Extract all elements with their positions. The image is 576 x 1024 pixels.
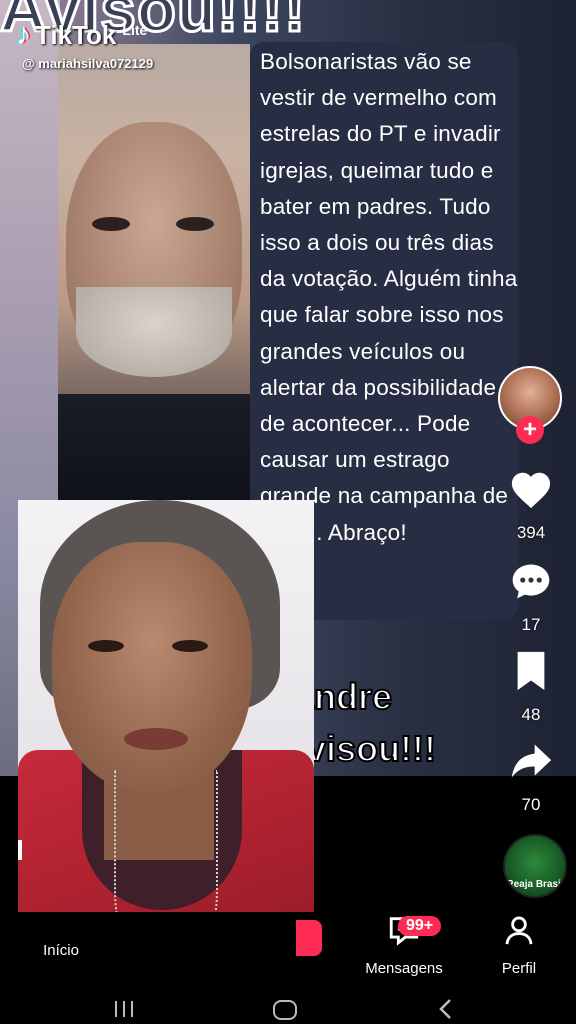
comment-icon xyxy=(506,560,556,611)
comment-button[interactable]: 17 xyxy=(506,560,556,635)
comment-count: 17 xyxy=(521,615,541,634)
back-icon[interactable] xyxy=(436,998,456,1024)
save-count: 48 xyxy=(521,705,541,724)
person-icon xyxy=(490,912,548,960)
tiktok-note-icon: ♪ xyxy=(16,18,31,51)
tiktok-wordmark: TikTok xyxy=(35,19,117,50)
like-count: 394 xyxy=(516,523,546,542)
create-button[interactable] xyxy=(296,920,322,956)
woman-eye-right xyxy=(172,640,208,652)
nav-home[interactable]: Início xyxy=(36,942,86,959)
man-beard xyxy=(76,287,232,377)
woman-video-overlay xyxy=(18,500,314,982)
nav-messages-label: Mensagens xyxy=(365,960,443,977)
share-count: 70 xyxy=(521,795,541,814)
heart-icon xyxy=(506,468,556,519)
man-face xyxy=(66,122,242,377)
like-button[interactable]: 394 xyxy=(506,468,556,543)
nav-profile-label: Perfil xyxy=(501,960,537,977)
woman-mouth xyxy=(124,728,188,750)
tiktok-lite-label: Lite xyxy=(122,22,148,38)
follow-button[interactable]: + xyxy=(516,416,544,444)
caption-cursor xyxy=(18,840,22,860)
man-eye-left xyxy=(92,217,130,231)
messages-badge: 99+ xyxy=(398,916,442,936)
nav-home-label: Início xyxy=(43,942,79,959)
share-button[interactable]: 70 xyxy=(506,740,556,815)
system-nav-bar xyxy=(0,992,576,1024)
woman-face xyxy=(52,542,252,792)
creator-username[interactable]: @ mariahsilva072129 xyxy=(22,56,153,71)
man-suit xyxy=(58,394,250,514)
music-disc[interactable]: Reaja Brasil xyxy=(503,834,567,898)
recents-icon[interactable] xyxy=(112,998,136,1024)
nav-profile[interactable]: Perfil xyxy=(490,912,548,977)
share-icon xyxy=(506,740,556,791)
music-disc-label: Reaja Brasil xyxy=(506,879,564,890)
tiktok-logo: ♪ TikTok Lite xyxy=(16,18,147,52)
bottom-nav: Início Mensagens Perfil xyxy=(0,912,576,992)
man-photo xyxy=(58,44,250,514)
save-button[interactable]: 48 xyxy=(506,650,556,725)
quote-card-text: Bolsonaristas vão se vestir de vermelho … xyxy=(260,49,518,545)
man-eye-right xyxy=(176,217,214,231)
woman-eye-left xyxy=(88,640,124,652)
home-icon[interactable] xyxy=(272,998,298,1024)
bookmark-icon xyxy=(506,650,556,701)
